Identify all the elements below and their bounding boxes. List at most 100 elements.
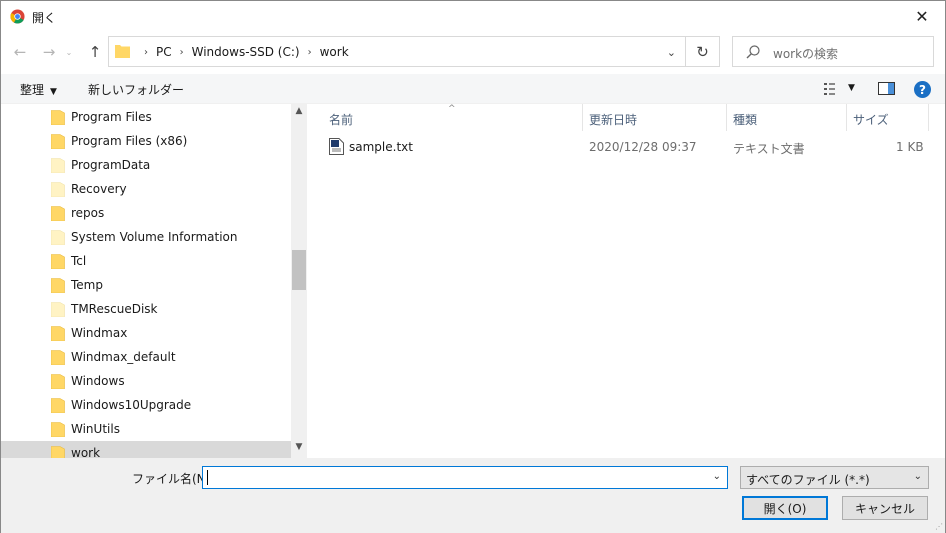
folder-icon — [51, 206, 65, 221]
folder-icon — [51, 158, 65, 173]
filetype-select[interactable]: すべてのファイル (*.*) ⌄ — [740, 466, 929, 489]
filename-dropdown-icon[interactable]: ⌄ — [713, 471, 721, 482]
column-header-modified[interactable]: 更新日時 — [589, 111, 637, 128]
nav-item-label: work — [71, 446, 101, 458]
nav-item[interactable]: System Volume Information — [1, 225, 291, 249]
folder-icon — [51, 446, 65, 458]
nav-item[interactable]: Program Files — [1, 105, 291, 129]
column-divider[interactable] — [846, 104, 847, 131]
folder-icon — [51, 230, 65, 245]
folder-icon — [51, 254, 65, 269]
column-header-size[interactable]: サイズ — [853, 111, 889, 128]
column-divider[interactable] — [928, 104, 929, 131]
file-size: 1 KB — [896, 140, 924, 154]
scroll-up-icon[interactable]: ▲ — [291, 106, 307, 122]
nav-item[interactable]: Windows — [1, 369, 291, 393]
preview-pane-icon[interactable] — [878, 82, 895, 95]
file-name: sample.txt — [349, 140, 413, 154]
nav-item[interactable]: Program Files (x86) — [1, 129, 291, 153]
folder-icon — [115, 45, 130, 58]
nav-item[interactable]: TMRescueDisk — [1, 297, 291, 321]
filename-input[interactable]: ⌄ — [202, 466, 728, 489]
resize-grip-icon[interactable]: ⋰ — [935, 522, 943, 531]
address-bar[interactable]: › PC › Windows-SSD (C:) › work ⌄ — [108, 36, 686, 67]
nav-item-label: WinUtils — [71, 422, 120, 436]
close-button[interactable]: ✕ — [899, 1, 945, 32]
column-divider[interactable] — [582, 104, 583, 131]
nav-item-label: Program Files — [71, 110, 152, 124]
address-dropdown-icon[interactable]: ⌄ — [667, 46, 676, 59]
nav-item-label: TMRescueDisk — [71, 302, 158, 316]
folder-icon — [51, 134, 65, 149]
filetype-value: すべてのファイル (*.*) — [746, 473, 870, 487]
nav-item[interactable]: WinUtils — [1, 417, 291, 441]
file-type: テキスト文書 — [733, 142, 805, 156]
breadcrumb-separator-icon: › — [144, 46, 148, 58]
folder-icon — [51, 398, 65, 413]
nav-item[interactable]: Tcl — [1, 249, 291, 273]
open-button[interactable]: 開く(O) — [742, 496, 828, 520]
caret-down-icon: ▼ — [50, 87, 57, 97]
scrollbar-thumb[interactable] — [292, 250, 306, 290]
text-caret — [207, 470, 208, 485]
nav-item[interactable]: work — [1, 441, 291, 458]
recent-locations-chevron-icon[interactable]: ⌄ — [63, 42, 75, 62]
refresh-button[interactable]: ↻ — [686, 36, 720, 67]
breadcrumb-work[interactable]: work — [320, 45, 349, 59]
nav-item[interactable]: Recovery — [1, 177, 291, 201]
folder-icon — [51, 278, 65, 293]
nav-item-label: Program Files (x86) — [71, 134, 188, 148]
breadcrumb-pc[interactable]: PC — [156, 45, 172, 59]
nav-item[interactable]: ProgramData — [1, 153, 291, 177]
organize-label: 整理 — [20, 83, 45, 97]
folder-icon — [51, 182, 65, 197]
open-file-dialog: 開く ✕ ← → ⌄ ↑ › PC › Windows-SSD (C:) › w… — [0, 0, 946, 533]
breadcrumb-drive[interactable]: Windows-SSD (C:) — [192, 45, 300, 59]
help-icon[interactable]: ? — [914, 81, 931, 98]
search-box[interactable]: workの検索 — [732, 36, 934, 67]
column-header-type[interactable]: 種類 — [733, 111, 757, 128]
nav-item[interactable]: repos — [1, 201, 291, 225]
nav-item-label: repos — [71, 206, 105, 220]
folder-icon — [51, 422, 65, 437]
nav-item[interactable]: Windows10Upgrade — [1, 393, 291, 417]
text-file-icon — [329, 138, 344, 155]
folder-icon — [51, 350, 65, 365]
file-modified: 2020/12/28 09:37 — [589, 140, 697, 154]
nav-item[interactable]: Temp — [1, 273, 291, 297]
up-arrow-icon[interactable]: ↑ — [84, 42, 106, 62]
nav-item-label: Temp — [71, 278, 103, 292]
search-placeholder: workの検索 — [773, 47, 839, 61]
nav-item-label: Windows10Upgrade — [71, 398, 192, 412]
new-folder-button[interactable]: 新しいフォルダー — [88, 81, 184, 98]
column-header-name[interactable]: 名前 — [329, 111, 353, 128]
organize-button[interactable]: 整理 ▼ — [20, 81, 57, 98]
nav-item-label: Windmax — [71, 326, 128, 340]
table-row[interactable]: sample.txt 2020/12/28 09:37 テキスト文書 1 KB — [324, 137, 924, 157]
column-divider[interactable] — [726, 104, 727, 131]
nav-item[interactable]: Windmax — [1, 321, 291, 345]
breadcrumb: › PC › Windows-SSD (C:) › work — [136, 45, 349, 59]
back-arrow-icon[interactable]: ← — [9, 42, 31, 62]
view-options-icon[interactable] — [824, 83, 840, 95]
folder-icon — [51, 302, 65, 317]
nav-item-label: Tcl — [71, 254, 87, 268]
cancel-button[interactable]: キャンセル — [842, 496, 928, 520]
view-dropdown-icon[interactable]: ▼ — [848, 83, 855, 93]
folder-icon — [51, 374, 65, 389]
search-icon — [746, 45, 760, 59]
nav-item-label: Recovery — [71, 182, 127, 196]
folder-icon — [51, 326, 65, 341]
navigation-scrollbar[interactable]: ▲ ▼ — [291, 104, 307, 458]
navigation-pane: Program Files Program Files (x86) ProgramD… — [1, 104, 308, 458]
breadcrumb-separator-icon: › — [307, 46, 312, 58]
dialog-footer: ファイル名(N): ⌄ すべてのファイル (*.*) ⌄ 開く(O) キャンセル… — [1, 458, 945, 533]
breadcrumb-separator-icon: › — [179, 46, 184, 58]
scroll-down-icon[interactable]: ▼ — [291, 442, 307, 458]
title-bar: 開く ✕ — [1, 1, 945, 32]
nav-item[interactable]: Windmax_default — [1, 345, 291, 369]
forward-arrow-icon[interactable]: → — [38, 42, 60, 62]
chrome-icon — [10, 9, 25, 24]
nav-item-label: Windows — [71, 374, 125, 388]
refresh-icon: ↻ — [696, 42, 709, 61]
